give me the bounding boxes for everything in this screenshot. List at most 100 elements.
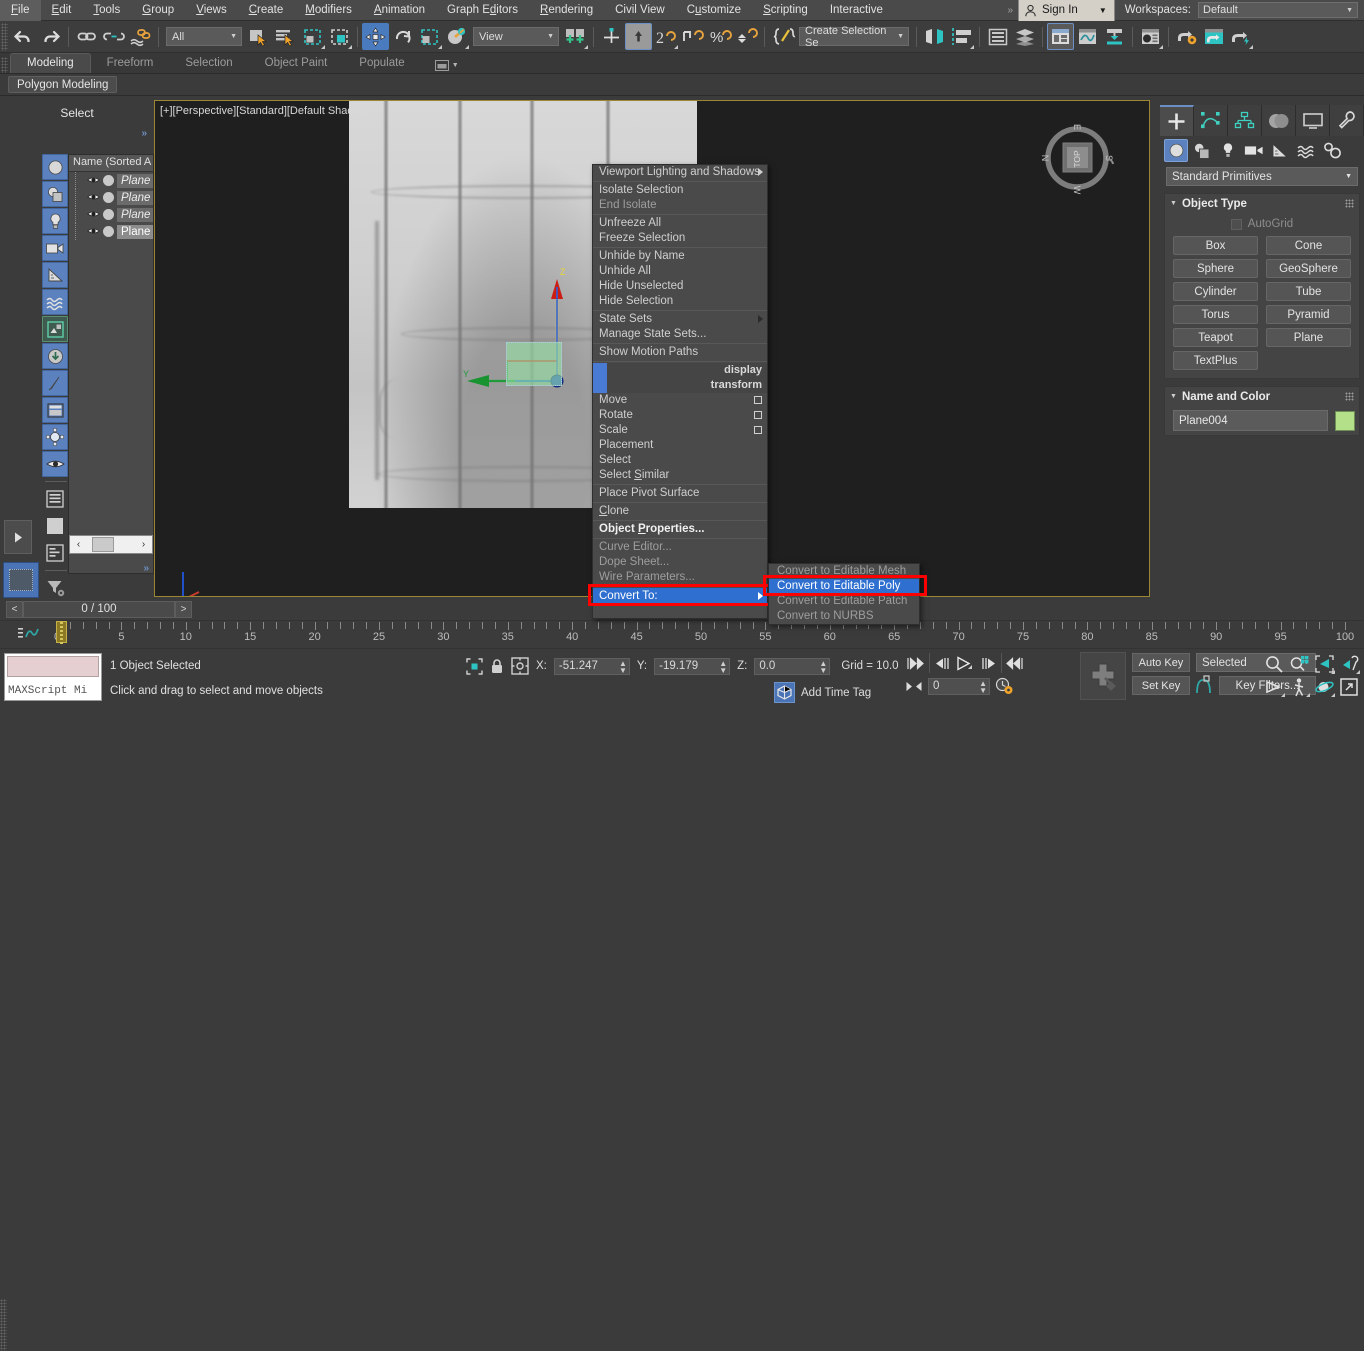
time-slider-handle[interactable] (56, 621, 67, 643)
menu-item-wire-parameters[interactable]: Wire Parameters... (593, 570, 767, 585)
named-selection-set-combo[interactable]: Create Selection Se ▼ (799, 27, 909, 46)
object-color-dot[interactable] (103, 192, 114, 203)
ribbon-tab-populate[interactable]: Populate (343, 54, 420, 73)
menu-item-curve-editor[interactable]: Curve Editor... (593, 540, 767, 555)
zoom-region-icon[interactable] (1337, 653, 1361, 675)
open-mini-curve-editor-icon[interactable] (18, 626, 44, 641)
current-frame-input[interactable]: 0 ▲▼ (928, 678, 990, 695)
bones-filter-icon[interactable] (42, 370, 68, 396)
viewport-thumbnail[interactable] (3, 562, 39, 598)
use-pivot-point-center-icon[interactable] (562, 23, 589, 50)
utilities-tab[interactable] (1330, 105, 1364, 136)
space-warps-icon[interactable] (1294, 139, 1318, 162)
menu-item-unfreeze-all[interactable]: Unfreeze All (593, 216, 767, 231)
menu-item-manage-state-sets[interactable]: Manage State Sets... (593, 327, 767, 342)
chevron-down-icon[interactable]: ▼ (897, 33, 904, 40)
ribbon-tab-selection[interactable]: Selection (169, 54, 248, 73)
visibility-eye-icon[interactable] (87, 209, 100, 220)
angle-snap-toggle-icon[interactable]: 2 (652, 23, 679, 50)
shapes-filter-icon[interactable] (42, 181, 68, 207)
name-and-color-rollout-header[interactable]: ▼ Name and Color (1165, 387, 1359, 406)
menu-item-hide-unselected[interactable]: Hide Unselected (593, 279, 767, 294)
time-tag-icon[interactable] (774, 682, 795, 703)
menu-scripting[interactable]: Scripting (752, 0, 819, 21)
xrefs-filter-icon[interactable] (42, 343, 68, 369)
menu-item-rotate[interactable]: Rotate (593, 408, 767, 423)
track-bar-ruler[interactable]: 0510152025303540455055606570758085909510… (50, 621, 1364, 647)
spinner-icon[interactable]: ▲▼ (819, 660, 827, 674)
menu-group[interactable]: Group (131, 0, 185, 21)
menu-item-convert-to[interactable]: Convert To: (593, 588, 767, 605)
orbit-icon[interactable] (1312, 676, 1336, 698)
convert-to-submenu[interactable]: Convert to Editable Mesh Convert to Edit… (768, 563, 920, 625)
scene-explorer-expand-icon[interactable]: » (141, 128, 146, 139)
menu-item-object-properties[interactable]: Object Properties... (593, 522, 767, 537)
chevron-down-icon[interactable]: ▼ (1099, 6, 1107, 15)
align-icon[interactable] (948, 23, 975, 50)
material-editor-icon[interactable] (1137, 23, 1164, 50)
menu-item-unhide-by-name[interactable]: Unhide by Name (593, 249, 767, 264)
create-tab[interactable] (1160, 105, 1194, 136)
select-object-icon[interactable] (245, 23, 272, 50)
sign-in-button[interactable]: Sign In ▼ (1018, 0, 1115, 21)
menu-animation[interactable]: Animation (363, 0, 436, 21)
menu-file[interactable]: File (0, 0, 41, 21)
systems-icon[interactable] (1320, 139, 1344, 162)
curve-editor-icon[interactable] (1074, 23, 1101, 50)
menu-modifiers[interactable]: Modifiers (294, 0, 363, 21)
hidden-objects-filter-icon[interactable] (42, 451, 68, 477)
chevron-down-icon[interactable]: ▼ (547, 33, 554, 40)
cylinder-button[interactable]: Cylinder (1173, 282, 1258, 301)
particles-filter-icon[interactable] (42, 424, 68, 450)
scene-explorer-bottom-expand-icon[interactable]: » (143, 563, 148, 574)
menu-rendering[interactable]: Rendering (529, 0, 604, 21)
ribbon-minimize-icon[interactable]: ▼ (435, 60, 459, 71)
rectangular-selection-region-icon[interactable] (299, 23, 326, 50)
chevron-down-icon[interactable]: ▼ (1345, 173, 1352, 180)
object-color-dot[interactable] (103, 209, 114, 220)
selection-lock-toggle-icon[interactable] (490, 658, 504, 675)
geometry-filter-icon[interactable] (42, 154, 68, 180)
rendered-frame-window-icon[interactable] (1200, 23, 1227, 50)
dialog-launcher-icon[interactable] (754, 426, 762, 434)
scene-explorer-column-header[interactable]: Name (Sorted A (69, 155, 153, 172)
scrollbar-thumb[interactable] (92, 537, 114, 552)
menu-item-placement[interactable]: Placement (593, 438, 767, 453)
menu-civil-view[interactable]: Civil View (604, 0, 676, 21)
previous-frame-icon[interactable] (929, 653, 951, 673)
auto-key-button[interactable]: Auto Key (1132, 653, 1190, 672)
quad-menu[interactable]: Viewport Lighting and Shadows Isolate Se… (592, 164, 768, 619)
menu-item-unhide-all[interactable]: Unhide All (593, 264, 767, 279)
chevron-down-icon[interactable]: ▼ (1346, 7, 1353, 14)
cameras-icon[interactable] (1242, 139, 1266, 162)
toolbar-grip[interactable] (1, 23, 8, 51)
spinner-icon[interactable]: ▲▼ (979, 680, 987, 694)
play-animation-icon[interactable] (953, 653, 975, 673)
add-time-tag-label[interactable]: Add Time Tag (801, 687, 871, 699)
hierarchy-tab[interactable] (1228, 105, 1262, 136)
menu-item-select-similar[interactable]: Select Similar (593, 468, 767, 483)
cone-button[interactable]: Cone (1266, 236, 1351, 255)
object-color-dot[interactable] (103, 175, 114, 186)
sphere-button[interactable]: Sphere (1173, 259, 1258, 278)
torus-button[interactable]: Torus (1173, 305, 1258, 324)
key-step-arrows-icon[interactable] (905, 681, 923, 692)
object-color-swatch[interactable] (1335, 411, 1355, 431)
menu-item-state-sets[interactable]: State Sets (593, 312, 767, 327)
zoom-all-icon[interactable] (1287, 653, 1311, 675)
ribbon-panel-polygon-modeling[interactable]: Polygon Modeling (8, 76, 117, 93)
menu-item-scale[interactable]: Scale (593, 423, 767, 438)
scene-explorer-icon[interactable] (1011, 23, 1038, 50)
menu-item-hide-selection[interactable]: Hide Selection (593, 294, 767, 309)
select-and-rotate-icon[interactable] (389, 23, 416, 50)
cameras-filter-icon[interactable] (42, 235, 68, 261)
render-setup-icon[interactable] (1173, 23, 1200, 50)
helpers-icon[interactable] (1268, 139, 1292, 162)
menu-item-convert-to-editable-patch[interactable]: Convert to Editable Patch (769, 594, 919, 609)
scene-explorer-list[interactable]: Name (Sorted A Plane Plane (68, 154, 154, 574)
space-warps-filter-icon[interactable] (42, 289, 68, 315)
viewcube[interactable]: TOP E W N S (1038, 119, 1116, 197)
scroll-right-icon[interactable]: › (135, 536, 152, 553)
time-configuration-icon[interactable] (995, 677, 1013, 695)
named-selection-sets-icon[interactable] (769, 23, 796, 50)
